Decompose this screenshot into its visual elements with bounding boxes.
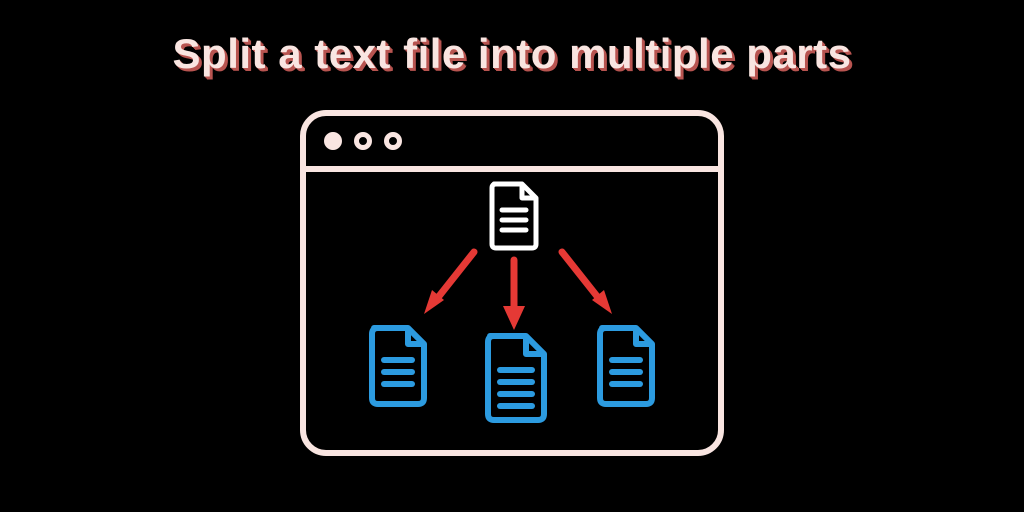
arrow-icon bbox=[499, 254, 529, 334]
browser-titlebar bbox=[306, 116, 718, 172]
split-document-icon bbox=[362, 322, 434, 410]
arrow-icon bbox=[550, 242, 620, 322]
diagram-content bbox=[306, 172, 718, 450]
split-document-icon bbox=[476, 330, 554, 426]
arrow-icon bbox=[416, 242, 486, 322]
page-title: Split a text file into multiple parts bbox=[0, 30, 1024, 78]
source-document-icon bbox=[484, 180, 544, 252]
browser-window-frame bbox=[300, 110, 724, 456]
window-dot-icon bbox=[384, 132, 402, 150]
window-dot-icon bbox=[354, 132, 372, 150]
split-document-icon bbox=[590, 322, 662, 410]
window-dot-icon bbox=[324, 132, 342, 150]
